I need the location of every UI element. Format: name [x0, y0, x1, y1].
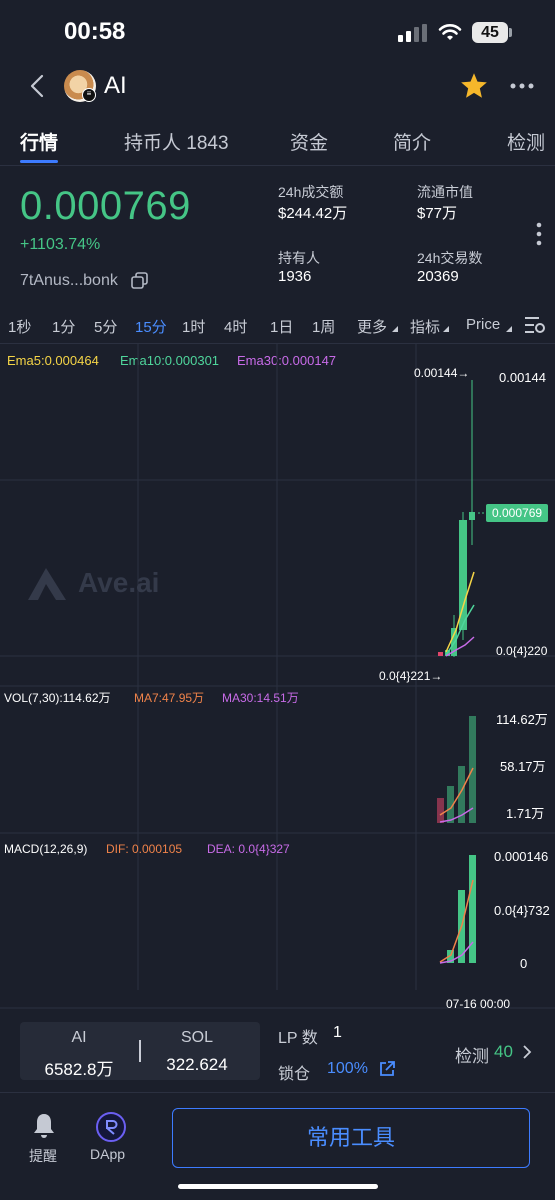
vertical-more-icon[interactable] [535, 222, 543, 246]
pair-divider [139, 1040, 141, 1062]
footer-divider [0, 1092, 555, 1093]
stat-tx-value: 20369 [417, 268, 459, 285]
price-axis-top: 0.00144 [499, 370, 546, 385]
dropdown-arrow-icon [443, 326, 449, 332]
macd-dea-label: DEA: 0.0{4}327 [207, 842, 290, 856]
tf-5m[interactable]: 5分 [94, 316, 117, 337]
price-axis-bottom: 0.0{4}220 [496, 644, 548, 658]
low-marker: 0.0{4}221→ [379, 669, 443, 683]
dapp-label[interactable]: DApp [90, 1146, 125, 1162]
pair-left-value: 6582.8万 [44, 1060, 114, 1079]
bell-icon[interactable] [32, 1112, 56, 1140]
solana-badge-icon: ≡ [82, 88, 96, 102]
alert-label[interactable]: 提醒 [29, 1146, 57, 1166]
battery-tip [509, 28, 512, 37]
pair-right-label: SOL [180, 1029, 213, 1046]
star-icon[interactable] [460, 72, 488, 99]
vol-label: VOL(7,30):114.62万 [4, 691, 111, 705]
stat-volume-label: 24h成交额 [278, 184, 344, 200]
check-score[interactable]: 40 [494, 1042, 513, 1062]
home-indicator [178, 1184, 378, 1189]
vol-ma7-line [439, 767, 474, 816]
vol-ma30-label: MA30:14.51万 [222, 691, 299, 705]
volume-bar [437, 798, 444, 823]
common-tools-button[interactable]: 常用工具 [172, 1108, 530, 1168]
dapp-icon[interactable] [96, 1112, 126, 1142]
candle [438, 652, 443, 656]
tab-intro[interactable]: 简介 [393, 128, 431, 155]
check-label[interactable]: 检测 [455, 1042, 489, 1067]
candles [438, 380, 475, 657]
ema30-line [445, 636, 475, 657]
macd-axis-mid: 0.0{4}732 [494, 903, 550, 918]
macd-dif-line [439, 879, 474, 963]
vol-axis-mid: 58.17万 [500, 759, 546, 774]
stat-mcap-label: 流通市值 [417, 184, 473, 200]
tf-1s[interactable]: 1秒 [8, 316, 31, 337]
stat-tx-label: 24h交易数 [417, 250, 483, 266]
status-time: 00:58 [64, 18, 126, 45]
current-price: 0.000769 [20, 184, 191, 228]
pair-left-label: AI [71, 1029, 87, 1046]
macd-label: MACD(12,26,9) [4, 842, 88, 856]
dropdown-arrow-icon [506, 326, 512, 332]
tab-active-underline [20, 160, 58, 163]
stat-holders-label: 持有人 [278, 250, 320, 266]
lp-value: 1 [333, 1024, 342, 1041]
tab-check[interactable]: 检测 [507, 128, 545, 155]
vol-axis-bottom: 1.71万 [506, 806, 545, 821]
lp-label: LP 数 [278, 1030, 318, 1047]
more-options-icon[interactable] [510, 82, 534, 90]
macd-axis-bottom: 0 [520, 956, 528, 971]
date-label: 07-16 00:00 [446, 997, 511, 1011]
tab-funds[interactable]: 资金 [290, 128, 328, 155]
candlestick-chart[interactable] [0, 343, 555, 1018]
price-axis-current: 0.000769 [492, 506, 543, 520]
tab-divider [0, 165, 555, 166]
indicator-menu[interactable]: 指标 [410, 316, 440, 337]
tf-1w[interactable]: 1周 [312, 316, 335, 337]
battery-indicator: 45 [472, 22, 508, 43]
volume-bars [437, 716, 476, 823]
tab-market[interactable]: 行情 [20, 128, 58, 155]
tab-holders[interactable]: 持币人 1843 [124, 128, 229, 155]
macd-bars [447, 855, 476, 963]
stat-mcap-value: $77万 [417, 205, 458, 222]
tf-1h[interactable]: 1时 [182, 316, 205, 337]
stat-holders-value: 1936 [278, 268, 312, 285]
vol-ma30-line [439, 807, 474, 823]
watermark: Ave.ai [78, 567, 160, 598]
macd-bar [469, 855, 476, 963]
chevron-right-icon[interactable] [522, 1044, 532, 1060]
price-change: +1103.74% [20, 236, 101, 253]
tf-1m[interactable]: 1分 [52, 316, 75, 337]
price-type-menu[interactable]: Price [466, 316, 500, 333]
chart-settings-icon[interactable] [524, 315, 546, 335]
external-link-icon[interactable] [378, 1060, 396, 1078]
vol-axis-top: 114.62万 [496, 712, 548, 727]
candle [469, 512, 475, 520]
token-name: AI [104, 72, 127, 99]
dropdown-arrow-icon [392, 326, 398, 332]
vol-ma7-label: MA7:47.95万 [134, 691, 205, 705]
tf-1d[interactable]: 1日 [270, 316, 293, 337]
wifi-icon [438, 24, 462, 40]
tf-15m[interactable]: 15分 [135, 316, 167, 337]
signal-icon [398, 24, 427, 42]
ave-logo-icon [28, 568, 66, 600]
lock-label: 锁仓 [278, 1066, 311, 1083]
tf-4h[interactable]: 4时 [224, 316, 247, 337]
macd-dif-label: DIF: 0.000105 [106, 842, 183, 856]
copy-icon[interactable] [131, 272, 149, 290]
back-arrow-icon[interactable] [28, 74, 48, 98]
high-marker: 0.00144→ [414, 366, 470, 380]
contract-address: 7tAnus...bonk [20, 272, 118, 289]
tf-more[interactable]: 更多 [357, 316, 387, 337]
macd-dea-line [439, 941, 474, 964]
stat-volume-value: $244.42万 [278, 205, 348, 222]
macd-axis-top: 0.000146 [494, 849, 549, 864]
lock-value[interactable]: 100% [327, 1060, 368, 1078]
pair-right-value: 322.624 [166, 1055, 228, 1074]
